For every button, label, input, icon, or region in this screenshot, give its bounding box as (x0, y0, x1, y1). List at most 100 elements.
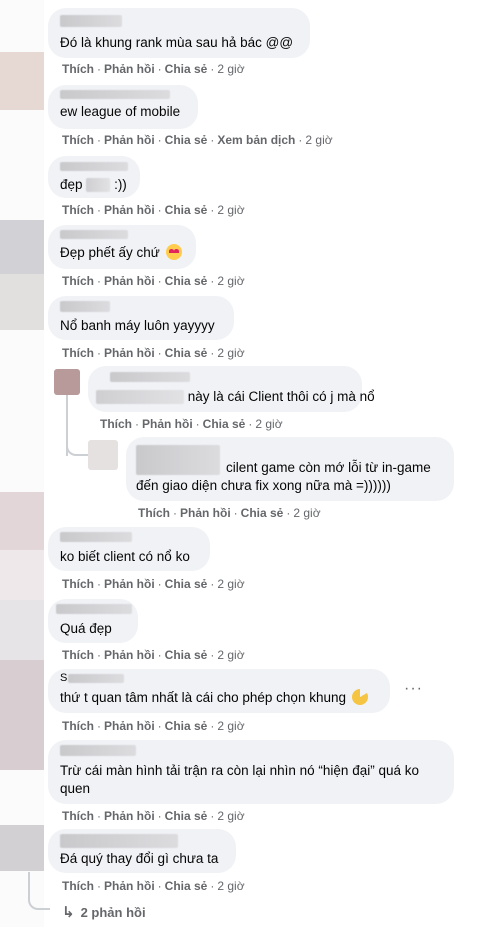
share-button[interactable]: Chia sẻ (165, 577, 208, 591)
comment-bubble: Quá đẹp (48, 599, 138, 643)
comment-feed: Đó là khung rank mùa sau hả bác @@ Thích… (0, 0, 491, 927)
share-button[interactable]: Chia sẻ (165, 274, 208, 288)
comment-text: ew league of mobile (60, 104, 181, 119)
share-button[interactable]: Chia sẻ (165, 203, 208, 217)
reply-avatar[interactable] (54, 369, 80, 395)
reply-button[interactable]: Phản hồi (104, 809, 155, 823)
reply-button[interactable]: Phản hồi (104, 203, 155, 217)
commenter-name[interactable] (60, 532, 132, 542)
share-button[interactable]: Chia sẻ (165, 719, 208, 733)
comment-bubble: Trừ cái màn hình tải trận ra còn lại nhì… (48, 740, 454, 804)
comment-actions: Thích · Phản hồi · Chia sẻ · 2 giờ (62, 809, 245, 823)
commenter-name[interactable] (60, 301, 110, 312)
like-button[interactable]: Thích (100, 417, 132, 431)
share-button[interactable]: Chia sẻ (165, 879, 208, 893)
share-button[interactable]: Chia sẻ (165, 346, 208, 360)
timestamp[interactable]: 2 giờ (217, 274, 244, 288)
reply-actions: Thích · Phản hồi · Chia sẻ · 2 giờ (100, 417, 283, 431)
translate-button[interactable]: Xem bản dịch (217, 133, 295, 147)
share-button[interactable]: Chia sẻ (165, 62, 208, 76)
commenter-name[interactable] (60, 162, 128, 171)
comment-actions: Thích · Phản hồi · Chia sẻ · 2 giờ (62, 719, 245, 733)
timestamp[interactable]: 2 giờ (217, 719, 244, 733)
comment-actions: Thích · Phản hồi · Chia sẻ · 2 giờ (62, 274, 245, 288)
commenter-name[interactable] (68, 674, 124, 683)
reply-button[interactable]: Phản hồi (104, 62, 155, 76)
comment-text-body: Đẹp phết ấy chứ (60, 245, 160, 260)
commenter-name[interactable] (56, 604, 132, 614)
share-button[interactable]: Chia sẻ (165, 133, 208, 147)
comment-text: Nổ banh máy luôn yayyyy (60, 318, 215, 333)
timestamp[interactable]: 2 giờ (217, 809, 244, 823)
like-button[interactable]: Thích (62, 133, 94, 147)
like-button[interactable]: Thích (62, 879, 94, 893)
timestamp[interactable]: 2 giờ (217, 879, 244, 893)
more-options-icon[interactable]: ··· (404, 680, 423, 698)
like-button[interactable]: Thích (62, 719, 94, 733)
thread-connector (28, 872, 50, 910)
reply-button[interactable]: Phản hồi (104, 346, 155, 360)
timestamp[interactable]: 2 giờ (217, 62, 244, 76)
commenter-name[interactable] (60, 90, 170, 99)
reply-button[interactable]: Phản hồi (104, 648, 155, 662)
reply-button[interactable]: Phản hồi (104, 274, 155, 288)
view-replies-link[interactable]: ↳ 2 phản hồi (62, 903, 146, 921)
like-button[interactable]: Thích (62, 648, 94, 662)
commenter-name[interactable] (60, 230, 128, 239)
commenter-name[interactable] (60, 745, 136, 756)
reply-bubble: này là cái Client thôi có j mà nổ (88, 366, 375, 412)
timestamp[interactable]: 2 giờ (305, 133, 332, 147)
like-button[interactable]: Thích (62, 809, 94, 823)
comment-actions: Thích · Phản hồi · Chia sẻ · 2 giờ (62, 648, 245, 662)
timestamp[interactable]: 2 giờ (217, 203, 244, 217)
like-button[interactable]: Thích (138, 506, 170, 520)
reply-button[interactable]: Phản hồi (104, 133, 155, 147)
avatar-crop (0, 600, 44, 660)
comment-text: Quá đẹp (60, 621, 112, 636)
avatar-crop (0, 660, 44, 770)
reply-text-body: này là cái Client thôi có j mà nổ (187, 389, 375, 404)
redacted-text (86, 178, 111, 193)
share-button[interactable]: Chia sẻ (165, 809, 208, 823)
like-button[interactable]: Thích (62, 577, 94, 591)
share-button[interactable]: Chia sẻ (165, 648, 208, 662)
reply-button[interactable]: Phản hồi (142, 417, 193, 431)
like-button[interactable]: Thích (62, 346, 94, 360)
like-button[interactable]: Thích (62, 203, 94, 217)
avatar-strip (0, 0, 44, 927)
reply-arrow-icon: ↳ (62, 904, 75, 921)
timestamp[interactable]: 2 giờ (217, 346, 244, 360)
comment-text-suffix: :)) (114, 177, 127, 192)
comment-text-body: thứ t quan tâm nhất là cái cho phép chọn… (60, 690, 346, 705)
reply-button[interactable]: Phản hồi (104, 879, 155, 893)
timestamp[interactable]: 2 giờ (255, 417, 282, 431)
share-button[interactable]: Chia sẻ (241, 506, 284, 520)
replier-name[interactable] (136, 445, 220, 475)
avatar-crop (0, 492, 44, 550)
reply-button[interactable]: Phản hồi (104, 577, 155, 591)
pacman-emoji-icon (351, 689, 368, 705)
commenter-name[interactable] (60, 834, 178, 848)
timestamp[interactable]: 2 giờ (217, 648, 244, 662)
timestamp[interactable]: 2 giờ (293, 506, 320, 520)
avatar-crop (0, 274, 44, 330)
like-button[interactable]: Thích (62, 274, 94, 288)
comment-actions: Thích · Phản hồi · Chia sẻ · Xem bản dịch · 2 gi… (62, 133, 333, 147)
reply-avatar[interactable] (88, 440, 118, 470)
commenter-name-initial[interactable]: S (60, 672, 67, 685)
reply-button[interactable]: Phản hồi (104, 719, 155, 733)
replier-name[interactable] (110, 372, 190, 382)
timestamp[interactable]: 2 giờ (217, 577, 244, 591)
reply-button[interactable]: Phản hồi (180, 506, 231, 520)
reply-text-line1: cilent game còn mớ lỗi từ in-game (226, 460, 431, 475)
like-button[interactable]: Thích (62, 62, 94, 76)
avatar-crop (0, 52, 44, 110)
comment-text: Đó là khung rank mùa sau hả bác @@ (60, 35, 294, 50)
comment-bubble: ko biết client có nổ ko (48, 527, 210, 571)
thread-connector (66, 430, 90, 456)
reply-actions: Thích · Phản hồi · Chia sẻ · 2 giờ (138, 506, 321, 520)
comment-text-line2: quen (60, 781, 91, 796)
comment-text: Đẹp phết ấy chứ (60, 244, 182, 262)
commenter-name[interactable] (60, 15, 122, 27)
share-button[interactable]: Chia sẻ (203, 417, 246, 431)
